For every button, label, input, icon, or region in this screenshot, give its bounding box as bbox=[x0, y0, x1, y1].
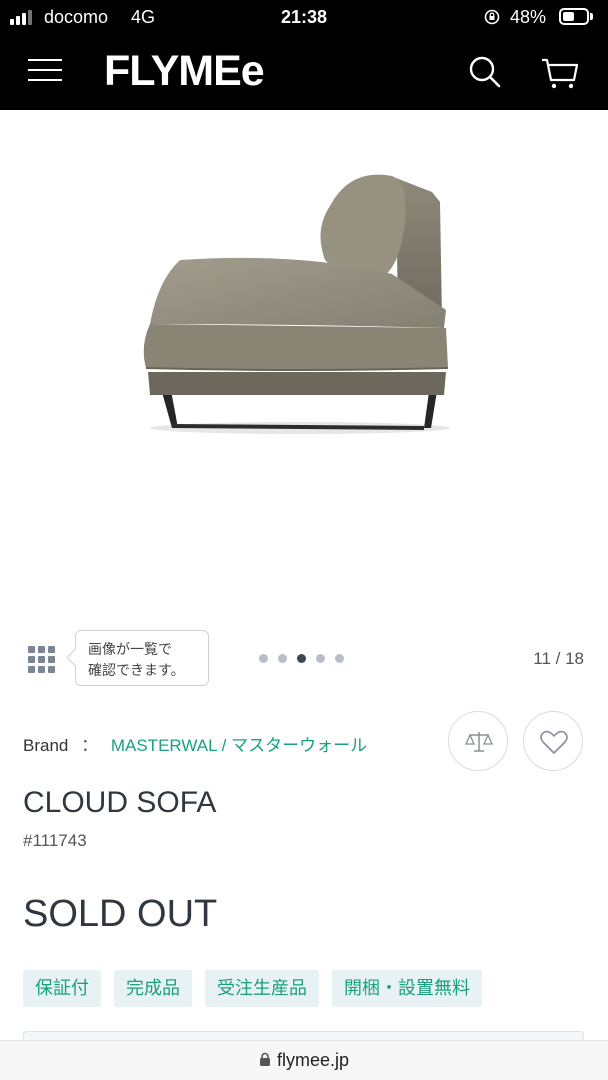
product-code: #111743 bbox=[23, 831, 87, 850]
stock-status: SOLD OUT bbox=[23, 893, 218, 935]
search-icon[interactable] bbox=[464, 52, 504, 92]
image-counter: 11 / 18 bbox=[533, 649, 584, 668]
sofa-image bbox=[143, 174, 450, 434]
carousel-dot[interactable] bbox=[278, 654, 287, 663]
status-bar: docomo 4G 21:38 48% bbox=[0, 0, 608, 34]
battery-icon bbox=[559, 8, 589, 25]
carousel-dot-active[interactable] bbox=[297, 654, 306, 663]
tag-warranty[interactable]: 保証付 bbox=[23, 970, 101, 1007]
brand-row: Brand ： MASTERWAL / マスターウォール bbox=[23, 731, 367, 756]
tag-assembled[interactable]: 完成品 bbox=[114, 970, 192, 1007]
browser-url-bar[interactable]: flymee.jp bbox=[0, 1040, 608, 1080]
carousel-dot[interactable] bbox=[316, 654, 325, 663]
site-logo[interactable]: FLYMEe bbox=[104, 47, 265, 96]
product-name: CLOUD SOFA bbox=[23, 786, 217, 819]
battery-percent: 48% bbox=[510, 7, 547, 27]
compare-button[interactable] bbox=[448, 711, 508, 771]
compare-scale-icon bbox=[464, 732, 494, 752]
tag-made-to-order[interactable]: 受注生産品 bbox=[205, 970, 319, 1007]
brand-separator: ： bbox=[81, 736, 99, 755]
product-tags: 保証付 完成品 受注生産品 開梱・設置無料 bbox=[23, 970, 482, 1007]
carousel-dot[interactable] bbox=[259, 654, 268, 663]
tooltip-line-2: 確認できます。 bbox=[88, 663, 185, 679]
grid-view-tooltip: 画像が一覧で 確認できます。 bbox=[75, 630, 209, 686]
tooltip-line-1: 画像が一覧で bbox=[88, 642, 172, 658]
carousel-dot[interactable] bbox=[335, 654, 344, 663]
heart-icon bbox=[540, 730, 568, 754]
orientation-lock-icon bbox=[484, 9, 500, 25]
hamburger-menu-icon[interactable] bbox=[28, 56, 64, 86]
url-text: flymee.jp bbox=[276, 1050, 350, 1070]
favorite-button[interactable] bbox=[523, 711, 583, 771]
cart-icon[interactable] bbox=[538, 52, 582, 92]
carousel-dots bbox=[259, 654, 344, 663]
grid-view-icon[interactable] bbox=[28, 646, 56, 674]
brand-label: Brand bbox=[23, 736, 69, 755]
tag-free-installation[interactable]: 開梱・設置無料 bbox=[332, 970, 482, 1007]
product-image[interactable] bbox=[0, 110, 608, 620]
site-header: FLYMEe bbox=[0, 34, 608, 110]
brand-link[interactable]: MASTERWAL / マスターウォール bbox=[111, 736, 367, 755]
lock-icon bbox=[259, 1052, 270, 1066]
